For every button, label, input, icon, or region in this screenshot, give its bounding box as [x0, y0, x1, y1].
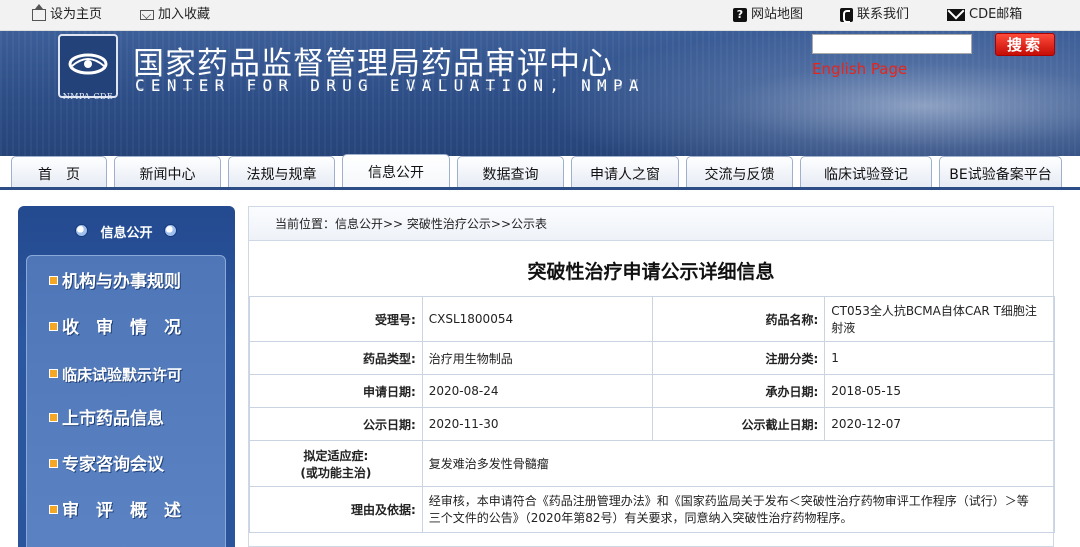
sitemap-label: 网站地图 — [751, 7, 804, 22]
apply-date-label: 申请日期: — [249, 374, 423, 408]
table-row: 药品类型: 治疗用生物制品 注册分类: 1 — [249, 341, 1055, 375]
page-title: 突破性治疗申请公示详细信息 — [527, 261, 775, 283]
bullet-icon — [49, 504, 58, 514]
search-button[interactable]: 搜索 — [995, 33, 1055, 56]
apply-date-value: 2020-08-24 — [421, 374, 653, 408]
sidebar: 信息公开 机构与办事规则 收 审 情 况 临床试验默示许可 上市药品信息 专家咨… — [18, 206, 235, 547]
indication-label: 拟定适应症: (或功能主治) — [249, 440, 423, 487]
sidebar-item-expert-meetings[interactable]: 专家咨询会议 — [49, 450, 164, 480]
cde-mail-link[interactable]: CDE邮箱 — [947, 0, 1022, 30]
indication-value: 复发难治多发性骨髓瘤 — [421, 440, 1056, 487]
sidebar-header: 信息公开 — [18, 206, 235, 250]
set-home-link[interactable]: 设为主页 — [32, 0, 102, 30]
sidebar-header-dot-icon — [164, 224, 177, 237]
bullet-icon — [49, 275, 58, 285]
reason-label: 理由及依据: — [249, 486, 423, 533]
site-title-en-reflection: CENTER FOR DRUG EVALUATION, NMPA — [135, 79, 645, 93]
sidebar-item-label: 专家咨询会议 — [62, 455, 164, 475]
set-home-label: 设为主页 — [50, 7, 103, 22]
sidebar-item-label: 收 审 情 况 — [62, 318, 181, 338]
add-favorite-link[interactable]: 加入收藏 — [140, 0, 210, 30]
envelope-icon — [947, 9, 965, 21]
bullet-icon — [49, 321, 58, 331]
main-content: 当前位置：信息公开>> 突破性治疗公示>>公示表 突破性治疗申请公示详细信息 受… — [248, 206, 1056, 547]
indication-label-line2: (或功能主治) — [300, 465, 372, 480]
tab-news[interactable]: 新闻中心 — [114, 156, 221, 190]
top-utility-bar: 设为主页 加入收藏 ? 网站地图 联系我们 CDE邮箱 — [0, 0, 1080, 31]
drug-name-label: 药品名称: — [651, 296, 826, 342]
logo-caption: NMPA CDE — [62, 92, 114, 101]
cde-mail-label: CDE邮箱 — [969, 7, 1023, 22]
table-row: 申请日期: 2020-08-24 承办日期: 2018-05-15 — [249, 374, 1055, 408]
bullet-icon — [49, 369, 58, 378]
sidebar-item-label: 审 评 概 述 — [62, 501, 181, 521]
reg-class-label: 注册分类: — [651, 341, 826, 375]
breadcrumb: 当前位置：信息公开>> 突破性治疗公示>>公示表 — [249, 207, 1053, 241]
tab-regulations[interactable]: 法规与规章 — [228, 156, 335, 190]
sitemap-link[interactable]: ? 网站地图 — [733, 0, 803, 30]
sidebar-title: 信息公开 — [100, 226, 153, 241]
contact-label: 联系我们 — [857, 7, 910, 22]
tab-applicant-window[interactable]: 申请人之窗 — [571, 156, 679, 190]
publish-date-value: 2020-11-30 — [421, 407, 653, 441]
sidebar-item-label: 机构与办事规则 — [62, 272, 181, 292]
sidebar-item-clinical-trial-permit[interactable]: 临床试验默示许可 — [49, 360, 182, 390]
home-icon — [32, 4, 46, 21]
undertake-date-value: 2018-05-15 — [824, 374, 1055, 408]
sidebar-item-review-status[interactable]: 收 审 情 况 — [49, 313, 181, 343]
cde-logo[interactable] — [58, 34, 118, 98]
sitemap-icon: ? — [733, 8, 747, 22]
nav-underline — [0, 187, 1080, 190]
phone-icon — [840, 8, 853, 23]
drug-type-value: 治疗用生物制品 — [421, 341, 653, 375]
tab-be-trial-platform[interactable]: BE试验备案平台 — [939, 156, 1062, 190]
table-row: 公示日期: 2020-11-30 公示截止日期: 2020-12-07 — [249, 407, 1055, 441]
table-row: 理由及依据: 经审核，本申请符合《药品注册管理办法》和《国家药监局关于发布＜突破… — [249, 486, 1056, 533]
deadline-value: 2020-12-07 — [824, 407, 1055, 441]
search-input[interactable] — [812, 34, 972, 54]
add-favorite-label: 加入收藏 — [158, 7, 211, 22]
tab-clinical-trial-registration[interactable]: 临床试验登记 — [800, 156, 932, 190]
tab-home[interactable]: 首 页 — [11, 156, 107, 190]
contact-link[interactable]: 联系我们 — [840, 0, 909, 30]
bullet-icon — [49, 458, 58, 468]
sidebar-item-label: 上市药品信息 — [62, 409, 164, 429]
main-nav: 首 页 新闻中心 法规与规章 信息公开 数据查询 申请人之窗 交流与反馈 临床试… — [0, 150, 1080, 190]
sidebar-item-marketed-drugs[interactable]: 上市药品信息 — [49, 404, 164, 434]
tab-communication[interactable]: 交流与反馈 — [686, 156, 793, 190]
indication-label-line1: 拟定适应症: — [303, 448, 369, 463]
sidebar-item-label: 临床试验默示许可 — [62, 366, 183, 384]
favorite-icon — [140, 10, 154, 20]
sidebar-menu: 机构与办事规则 收 审 情 况 临床试验默示许可 上市药品信息 专家咨询会议 审… — [26, 255, 226, 547]
drug-name-value: CT053全人抗BCMA自体CAR T细胞注射液 — [824, 296, 1055, 342]
bullet-icon — [49, 412, 58, 422]
sidebar-item-rules[interactable]: 机构与办事规则 — [49, 267, 181, 297]
detail-table: 受理号: CXSL1800054 药品名称: CT053全人抗BCMA自体CAR… — [249, 296, 1056, 533]
reg-class-value: 1 — [824, 341, 1055, 375]
tab-data-query[interactable]: 数据查询 — [457, 156, 564, 190]
accept-no-label: 受理号: — [249, 296, 423, 342]
accept-no-value: CXSL1800054 — [421, 296, 653, 342]
english-page-link[interactable]: English Page — [812, 60, 907, 78]
tab-info-disclosure[interactable]: 信息公开 — [342, 154, 450, 190]
reason-value: 经审核，本申请符合《药品注册管理办法》和《国家药监局关于发布＜突破性治疗药物审评… — [421, 486, 1056, 533]
logo-eye-icon — [68, 53, 108, 75]
publish-date-label: 公示日期: — [249, 407, 423, 441]
undertake-date-label: 承办日期: — [651, 374, 826, 408]
table-row: 拟定适应症: (或功能主治) 复发难治多发性骨髓瘤 — [249, 440, 1056, 487]
drug-type-label: 药品类型: — [249, 341, 423, 375]
deadline-label: 公示截止日期: — [651, 407, 826, 441]
sidebar-item-review-overview[interactable]: 审 评 概 述 — [49, 496, 181, 526]
table-row: 受理号: CXSL1800054 药品名称: CT053全人抗BCMA自体CAR… — [249, 296, 1055, 342]
